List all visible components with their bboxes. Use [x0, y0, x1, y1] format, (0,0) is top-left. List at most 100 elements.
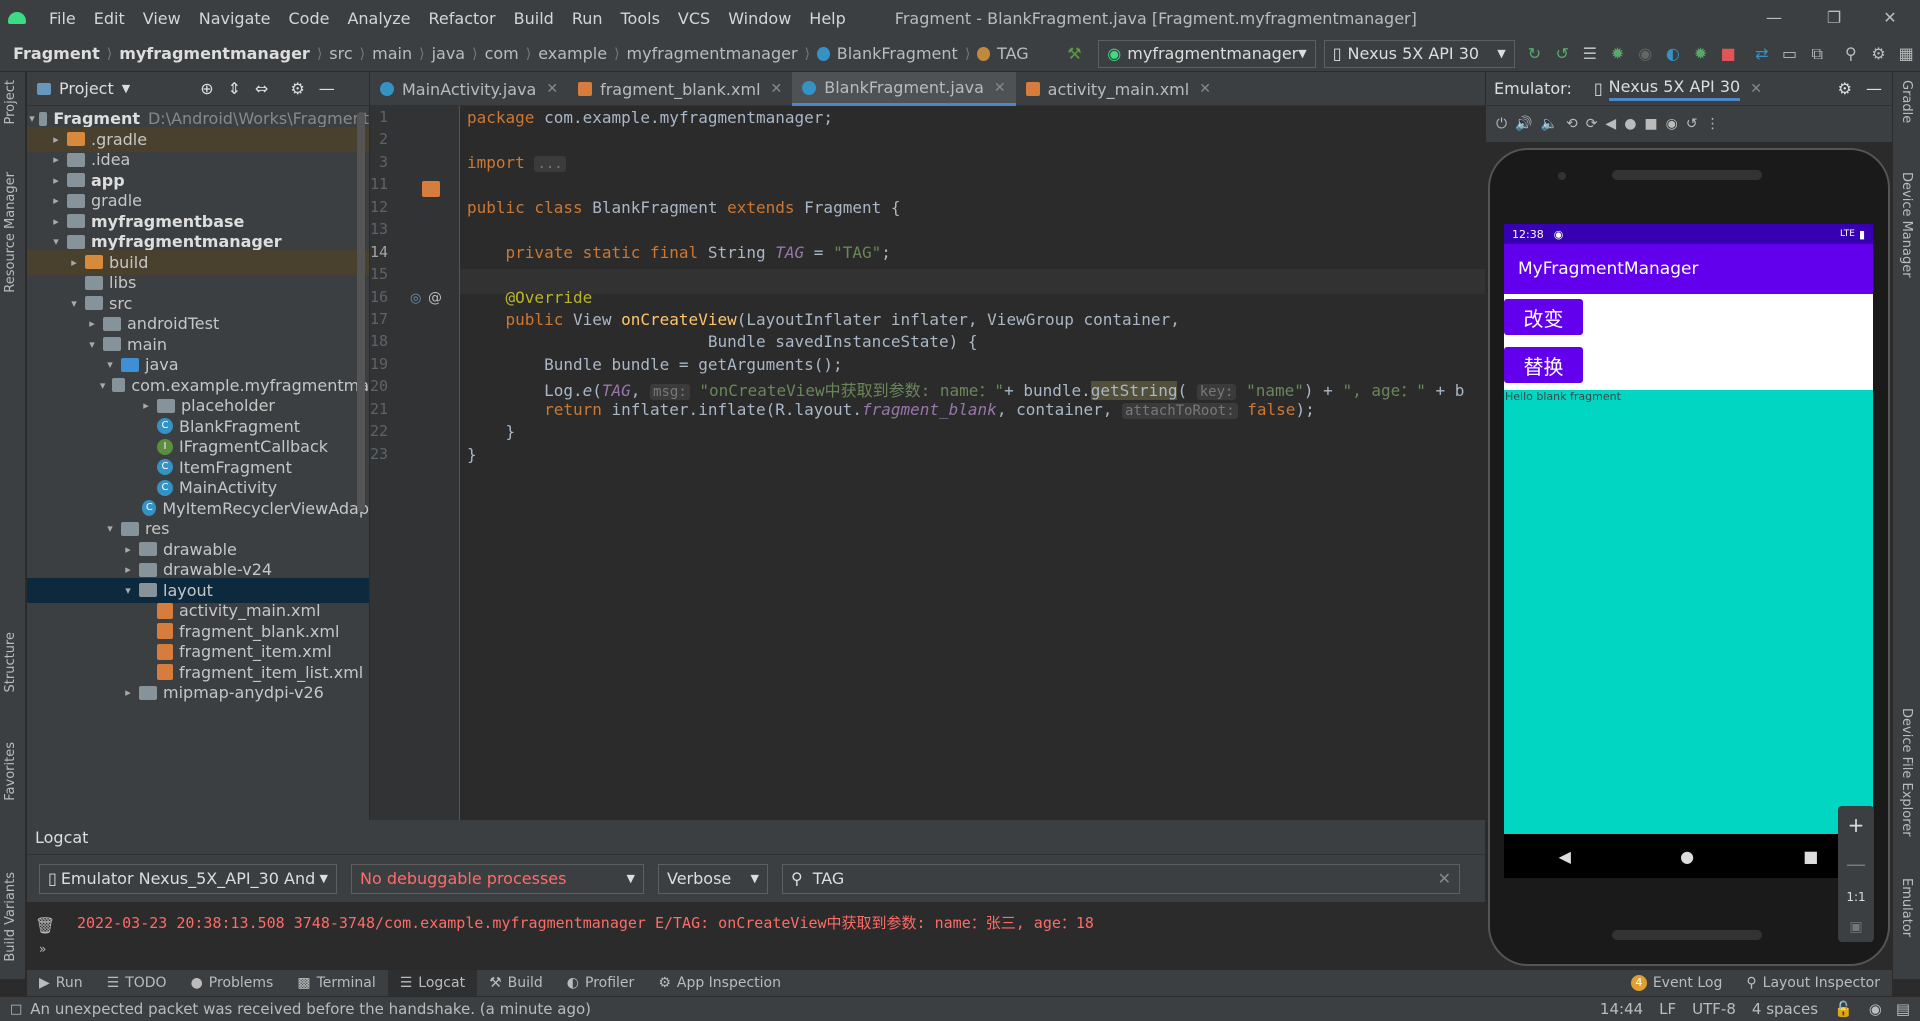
panel-toggle-icon[interactable]: □	[10, 1002, 22, 1017]
chevron-right-icon[interactable]: ▸	[121, 686, 135, 699]
stop-icon[interactable]: ■	[1716, 41, 1740, 67]
logcat-device-select[interactable]: ▯ Emulator Nexus_5X_API_30 Andr ▼	[39, 863, 337, 894]
toolwindow-terminal[interactable]: ▩ Terminal	[285, 970, 387, 996]
toolwindow-profiler[interactable]: ◐ Profiler	[555, 970, 647, 996]
power-icon[interactable]: ⏻	[1496, 116, 1507, 132]
zoom-in-icon[interactable]: +	[1848, 813, 1865, 837]
gear-icon[interactable]: ⚙	[1838, 79, 1852, 98]
toolwindow-event-log[interactable]: 4 Event Log	[1619, 970, 1735, 996]
layout-file-icon[interactable]	[422, 181, 440, 197]
chevron-right-icon[interactable]: ▸	[121, 543, 135, 556]
sync-icon[interactable]: ⇄	[1750, 41, 1774, 67]
logcat-process-select[interactable]: No debuggable processes ▼	[351, 863, 644, 894]
menu-file[interactable]: File	[40, 9, 85, 28]
menu-build[interactable]: Build	[505, 9, 563, 28]
memory-icon[interactable]: ▤	[1896, 1000, 1910, 1018]
emulator-device-tab[interactable]: Nexus 5X API 30	[1608, 77, 1741, 101]
menu-vcs[interactable]: VCS	[669, 9, 719, 28]
breadcrumb-example[interactable]: example	[534, 44, 611, 63]
volume-down-icon[interactable]: 🔈	[1541, 116, 1558, 132]
apply-code-changes-icon[interactable]: ↺	[1550, 41, 1574, 67]
breadcrumb-field[interactable]: TAG	[993, 44, 1033, 63]
menu-window[interactable]: Window	[719, 9, 800, 28]
sidebar-tab-build-variants[interactable]: Build Variants	[3, 872, 18, 962]
chevron-right-icon[interactable]: ▸	[49, 133, 63, 146]
chevron-right-icon[interactable]: ▸	[67, 256, 81, 269]
sidebar-tab-resource-manager[interactable]: Resource Manager	[3, 172, 18, 293]
collapse-all-icon[interactable]: ⇔	[255, 79, 268, 98]
close-icon[interactable]: ✕	[771, 81, 783, 97]
chevron-right-icon[interactable]: ▸	[49, 153, 63, 166]
attach-icon[interactable]: ✹	[1689, 41, 1713, 67]
breadcrumb-package[interactable]: myfragmentmanager	[623, 44, 802, 63]
sidebar-tab-project[interactable]: Project	[3, 80, 18, 124]
override-icon[interactable]: ◎	[410, 291, 421, 306]
file-encoding[interactable]: UTF-8	[1692, 1000, 1736, 1018]
chevron-down-icon[interactable]: ▾	[103, 522, 117, 535]
tab-mainactivity[interactable]: MainActivity.java ✕	[370, 72, 568, 106]
more-icon[interactable]: »	[39, 942, 46, 956]
gear-icon[interactable]: ⚙	[290, 79, 304, 98]
indent-setting[interactable]: 4 spaces	[1752, 1000, 1818, 1018]
menu-refactor[interactable]: Refactor	[420, 9, 505, 28]
chevron-down-icon[interactable]: ▾	[85, 338, 99, 351]
trash-icon[interactable]: 🗑	[35, 916, 55, 935]
volume-up-icon[interactable]: 🔊	[1515, 116, 1532, 132]
phone-screen[interactable]: 12:38 ◉ LTE ▮ MyFragmentManager 改变 替换 He…	[1504, 224, 1873, 878]
debug-icon[interactable]: ✹	[1606, 41, 1630, 67]
chevron-right-icon[interactable]: ▸	[85, 317, 99, 330]
zoom-out-icon[interactable]: —	[1846, 852, 1866, 876]
locate-icon[interactable]: ⊕	[200, 79, 213, 98]
breadcrumb-class[interactable]: BlankFragment	[833, 44, 962, 63]
back-icon[interactable]: ◀	[1605, 116, 1616, 132]
menu-run[interactable]: Run	[563, 9, 612, 28]
tree-item[interactable]: ▸ mipmap-anydpi-v26	[27, 680, 369, 705]
restore-icon[interactable]: ❐	[1804, 0, 1864, 36]
breadcrumb-com[interactable]: com	[481, 44, 523, 63]
more-icon[interactable]: ⋮	[1706, 116, 1720, 132]
breadcrumb-src[interactable]: src	[325, 44, 356, 63]
caret-position[interactable]: 14:44	[1600, 1000, 1643, 1018]
chevron-down-icon[interactable]: ▼	[122, 82, 130, 95]
breadcrumb-module[interactable]: myfragmentmanager	[115, 44, 314, 63]
status-message[interactable]: An unexpected packet was received before…	[30, 1000, 591, 1018]
run-config-select[interactable]: ◉ myfragmentmanager ▼	[1098, 39, 1316, 68]
sidebar-tab-structure[interactable]: Structure	[3, 632, 18, 692]
logcat-level-select[interactable]: Verbose ▼	[658, 863, 768, 894]
chevron-right-icon[interactable]: ▸	[139, 399, 153, 412]
change-button[interactable]: 改变	[1504, 299, 1583, 335]
chevron-down-icon[interactable]: ▾	[49, 235, 63, 248]
chevron-down-icon[interactable]: ▾	[97, 379, 107, 392]
menu-help[interactable]: Help	[800, 9, 854, 28]
project-view-label[interactable]: Project	[59, 79, 114, 98]
line-separator[interactable]: LF	[1659, 1000, 1676, 1018]
clear-icon[interactable]: ✕	[1438, 869, 1451, 888]
close-icon[interactable]: ✕	[1199, 81, 1211, 97]
sdk-manager-icon[interactable]: ⧉	[1805, 41, 1829, 67]
sidebar-tab-gradle[interactable]: Gradle	[1899, 80, 1914, 123]
menu-view[interactable]: View	[134, 9, 190, 28]
toolwindow-todo[interactable]: ☰ TODO	[95, 970, 179, 996]
chevron-down-icon[interactable]: ▾	[67, 297, 81, 310]
apply-changes-icon[interactable]: ↻	[1523, 41, 1547, 67]
menu-analyze[interactable]: Analyze	[338, 9, 419, 28]
logcat-search-input[interactable]: ⚲ TAG ✕	[782, 863, 1460, 894]
toolwindow-logcat[interactable]: ☰ Logcat	[387, 970, 478, 996]
at-icon[interactable]: @	[428, 290, 442, 306]
attach-debugger-icon[interactable]: ◉	[1633, 41, 1657, 67]
zoom-fit-icon[interactable]: ▣	[1849, 919, 1862, 935]
sidebar-tab-emulator[interactable]: Emulator	[1899, 878, 1914, 937]
replace-button[interactable]: 替换	[1504, 347, 1583, 383]
chevron-down-icon[interactable]: ▾	[29, 112, 35, 125]
snapshot-icon[interactable]: ↺	[1686, 116, 1698, 132]
rotate-right-icon[interactable]: ⟳	[1586, 116, 1598, 132]
chevron-right-icon[interactable]: ▸	[49, 215, 63, 228]
menu-tools[interactable]: Tools	[612, 9, 669, 28]
toolwindow-app-inspection[interactable]: ⚙ App Inspection	[646, 970, 793, 996]
logcat-icon[interactable]: ☰	[1578, 41, 1602, 67]
back-icon[interactable]: ◀	[1559, 847, 1571, 866]
avd-manager-icon[interactable]: ▭	[1778, 41, 1802, 67]
tab-activity-main-xml[interactable]: activity_main.xml ✕	[1016, 72, 1221, 106]
home-icon[interactable]: ●	[1680, 847, 1694, 866]
close-icon[interactable]: ✕	[1750, 81, 1762, 97]
